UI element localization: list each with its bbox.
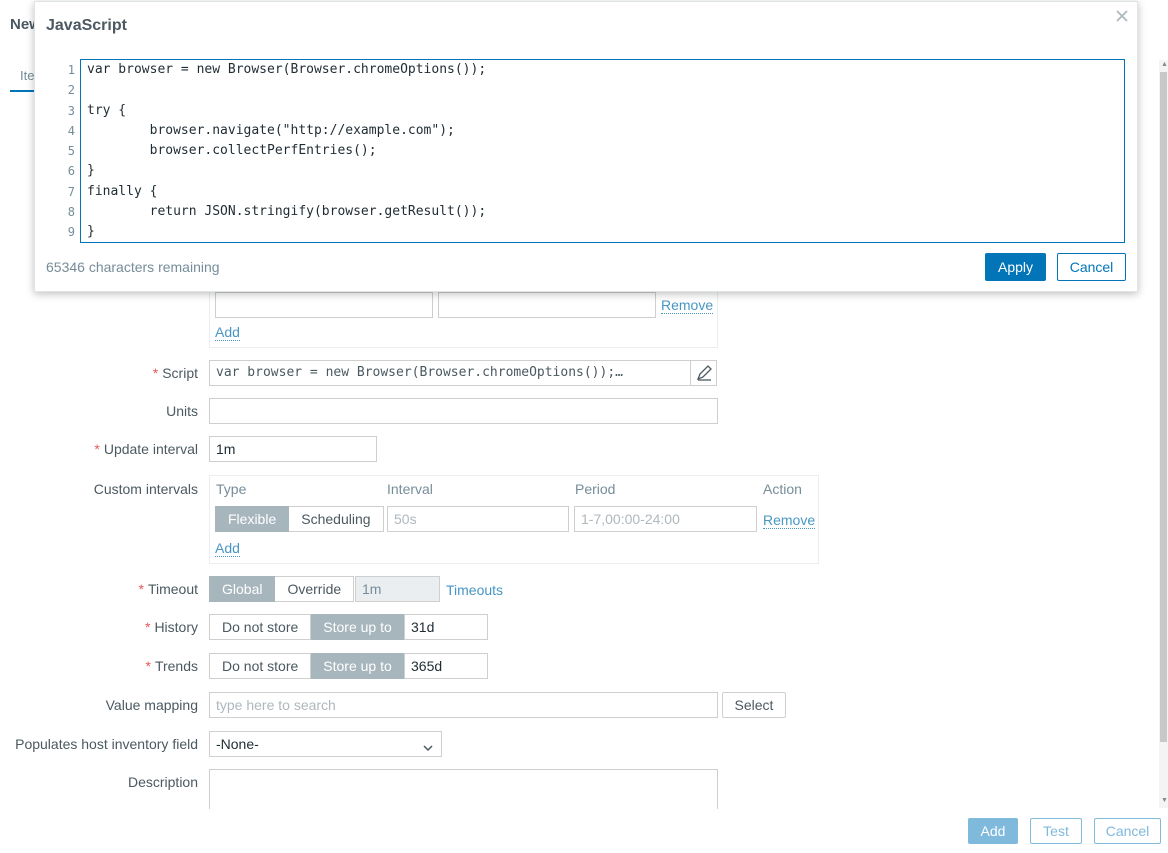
interval-type-toggle: Flexible Scheduling (215, 506, 384, 532)
line-number: 1 (67, 63, 75, 77)
timeout-override-option[interactable]: Override (275, 576, 355, 602)
trends-label: * Trends (145, 658, 198, 674)
trends-toggle: Do not store Store up to (209, 653, 405, 679)
col-action: Action (763, 481, 802, 497)
cancel-button[interactable]: Cancel (1094, 818, 1161, 844)
scroll-down-icon[interactable]: ▼ (1161, 797, 1168, 804)
line-number: 7 (67, 184, 75, 199)
dialog-cancel-button[interactable]: Cancel (1057, 253, 1126, 281)
update-interval-label: * Update interval (94, 441, 198, 457)
line-number-gutter: 1 2 3 4 5 6 7 8 9 (55, 60, 75, 243)
header-value-input[interactable] (438, 292, 656, 318)
update-interval-input[interactable]: 1m (209, 436, 377, 462)
value-mapping-input[interactable]: type here to search (209, 692, 718, 718)
script-label: * Script (152, 365, 198, 381)
value-mapping-label: Value mapping (105, 697, 198, 713)
apply-button[interactable]: Apply (985, 253, 1046, 281)
timeout-global-option[interactable]: Global (209, 576, 276, 602)
custom-interval-add-link[interactable]: Add (215, 540, 240, 557)
test-button[interactable]: Test (1030, 818, 1082, 844)
code-line: try { (87, 102, 127, 118)
timeout-input: 1m (355, 576, 440, 602)
code-line: browser.collectPerfEntries(); (87, 143, 377, 159)
trends-store-up-to-option[interactable]: Store up to (311, 653, 405, 679)
col-interval: Interval (387, 481, 433, 497)
code-line: return JSON.stringify(browser.getResult(… (87, 204, 487, 220)
line-number: 2 (67, 83, 75, 98)
flexible-option[interactable]: Flexible (215, 506, 290, 532)
scheduling-option[interactable]: Scheduling (289, 506, 384, 532)
trends-input[interactable]: 365d (404, 653, 488, 679)
line-number: 5 (67, 144, 75, 159)
inventory-select-value: -None- (216, 736, 259, 752)
history-label: * History (144, 619, 198, 635)
code-line: } (87, 224, 95, 240)
line-number: 6 (67, 164, 75, 179)
timeout-toggle: Global Override (209, 576, 355, 602)
tab-item[interactable]: Ite (10, 68, 34, 92)
units-input[interactable] (209, 398, 718, 424)
scrollbar[interactable] (1159, 60, 1168, 808)
code-line: var browser = new Browser(Browser.chrome… (87, 62, 487, 77)
close-icon[interactable] (1115, 7, 1129, 28)
code-line: browser.navigate("http://example.com"); (87, 122, 455, 138)
add-button[interactable]: Add (968, 818, 1018, 844)
description-label: Description (127, 774, 198, 790)
history-store-up-to-option[interactable]: Store up to (311, 614, 405, 640)
units-label: Units (166, 403, 198, 419)
custom-period-input[interactable]: 1-7,00:00-24:00 (574, 506, 757, 532)
inventory-label: Populates host inventory field (15, 736, 198, 752)
history-toggle: Do not store Store up to (209, 614, 405, 640)
chevron-down-icon (423, 736, 433, 756)
trends-do-not-store-option[interactable]: Do not store (209, 653, 312, 679)
script-edit-button[interactable] (690, 360, 717, 386)
dialog-title: JavaScript (46, 17, 127, 34)
line-number: 8 (67, 205, 75, 220)
code-content[interactable]: var browser = new Browser(Browser.chrome… (87, 60, 486, 243)
characters-remaining: 65346 characters remaining (46, 259, 220, 275)
header-name-input[interactable] (215, 292, 433, 318)
line-number: 4 (67, 123, 75, 138)
history-input[interactable]: 31d (404, 614, 488, 640)
javascript-dialog: JavaScript 1 2 3 4 5 6 7 8 9 var browser… (34, 1, 1138, 292)
scroll-up-icon[interactable]: ▲ (1161, 61, 1168, 68)
timeouts-link[interactable]: Timeouts (446, 582, 503, 598)
description-textarea[interactable] (209, 769, 718, 809)
pencil-icon (696, 365, 712, 381)
timeout-label: * Timeout (138, 581, 198, 597)
scrollbar-thumb[interactable] (1160, 72, 1167, 742)
value-mapping-select-button[interactable]: Select (722, 692, 786, 718)
custom-intervals-label: Custom intervals (93, 481, 198, 497)
line-number: 3 (67, 103, 75, 118)
col-type: Type (216, 481, 247, 497)
custom-interval-input[interactable]: 50s (387, 506, 569, 532)
code-line: finally { (87, 183, 158, 199)
code-line: } (87, 163, 95, 179)
header-add-link[interactable]: Add (215, 324, 240, 341)
header-remove-link[interactable]: Remove (661, 297, 714, 314)
history-do-not-store-option[interactable]: Do not store (209, 614, 312, 640)
inventory-select[interactable]: -None- (209, 731, 442, 757)
line-number: 9 (67, 225, 75, 240)
col-period: Period (575, 481, 616, 497)
script-field[interactable]: var browser = new Browser(Browser.chrome… (209, 360, 717, 386)
custom-interval-remove-link[interactable]: Remove (763, 512, 816, 529)
